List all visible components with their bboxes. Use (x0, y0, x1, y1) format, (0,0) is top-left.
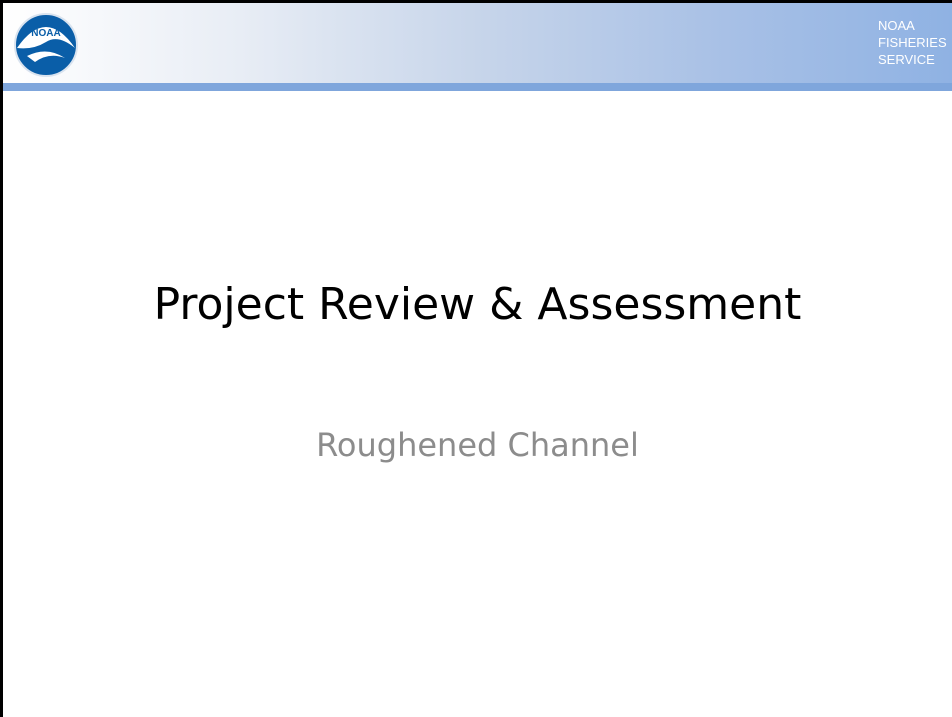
header-rule (3, 83, 952, 91)
logo-text: NOAA (31, 28, 60, 39)
slide: NOAA NOAA FISHERIES SERVICE Project Revi… (0, 0, 952, 717)
slide-title: Project Review & Assessment (153, 279, 802, 330)
agency-line-3: SERVICE (878, 52, 935, 67)
agency-line-2: FISHERIES (878, 35, 947, 50)
slide-subtitle: Roughened Channel (316, 426, 639, 464)
agency-name: NOAA FISHERIES SERVICE (878, 17, 948, 68)
header-band (3, 3, 952, 83)
agency-line-1: NOAA (878, 18, 915, 33)
noaa-logo-icon: NOAA (14, 13, 78, 77)
